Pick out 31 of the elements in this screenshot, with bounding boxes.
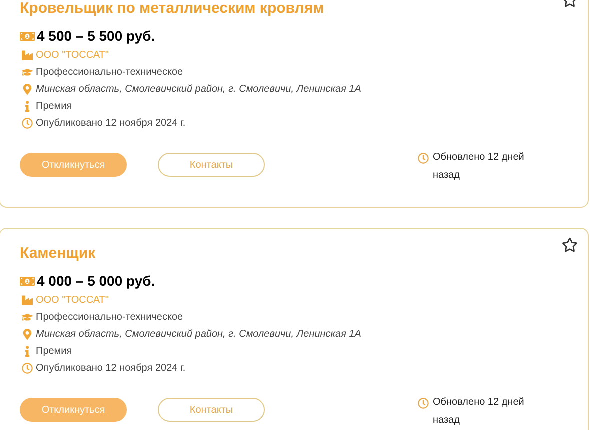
respond-button[interactable]: Откликнуться [20, 398, 127, 422]
factory-icon [22, 295, 33, 306]
contacts-button[interactable]: Контакты [158, 153, 265, 177]
detail-text: Премия [36, 345, 72, 359]
map-pin-icon [22, 84, 33, 95]
company-link[interactable]: ООО "ТОССАТ" [36, 48, 109, 63]
factory-icon [22, 50, 33, 61]
contacts-button[interactable]: Контакты [158, 398, 265, 422]
clock-icon [22, 118, 33, 129]
detail-text: Минская область, Смолевичский район, г. Смолевичи, Ленинская 1А [36, 83, 362, 97]
salary-text: 4 000 – 5 000 руб. [37, 272, 156, 291]
star-icon[interactable] [562, 237, 578, 253]
updated-text: Обновлено 12 дней назад [433, 151, 526, 183]
detail-text: Минская область, Смолевичский район, г. Смолевичи, Ленинская 1А [36, 328, 362, 342]
detail-text: Опубликовано 12 ноября 2024 г. [36, 362, 186, 376]
salary-text: 4 500 – 5 500 руб. [37, 26, 156, 46]
updated-text: Обновлено 12 дней назад [433, 396, 526, 428]
detail-text: Премия [36, 100, 72, 114]
graduation-cap-icon [22, 67, 33, 78]
graduation-cap-icon [22, 312, 33, 323]
detail-text: Профессионально-техническое [36, 311, 184, 325]
detail-text: Профессионально-техническое [36, 66, 184, 80]
vacancy-title[interactable]: Кровельщик по металлическим кровлям [20, 0, 568, 20]
clock-icon [22, 363, 33, 374]
vacancy-title[interactable]: Каменщик [20, 243, 568, 265]
clock-icon [418, 153, 429, 164]
detail-text: Опубликовано 12 ноября 2024 г. [36, 117, 186, 131]
respond-button[interactable]: Откликнуться [20, 153, 127, 177]
map-pin-icon [22, 329, 33, 340]
clock-icon [418, 398, 429, 409]
company-link[interactable]: ООО "ТОССАТ" [36, 293, 109, 308]
